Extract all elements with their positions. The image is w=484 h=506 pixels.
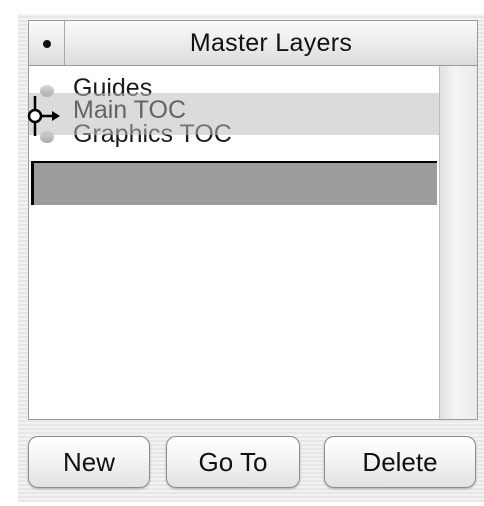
drop-target-row[interactable]	[31, 161, 437, 205]
visibility-column-header[interactable]	[29, 21, 65, 65]
new-button[interactable]: New	[28, 436, 150, 488]
list-header: Master Layers	[29, 21, 477, 66]
vertical-scrollbar[interactable]	[439, 66, 477, 419]
go-to-button[interactable]: Go To	[166, 436, 300, 488]
panel-title: Master Layers	[189, 29, 353, 57]
layer-label: Main TOC	[73, 96, 187, 124]
dragging-layer-main-toc[interactable]: Main TOC	[29, 93, 439, 135]
layers-list[interactable]: Master Layers Guides Graphics TOC Main T…	[28, 20, 478, 420]
delete-button[interactable]: Delete	[324, 436, 476, 488]
column-dot-icon	[43, 40, 51, 48]
